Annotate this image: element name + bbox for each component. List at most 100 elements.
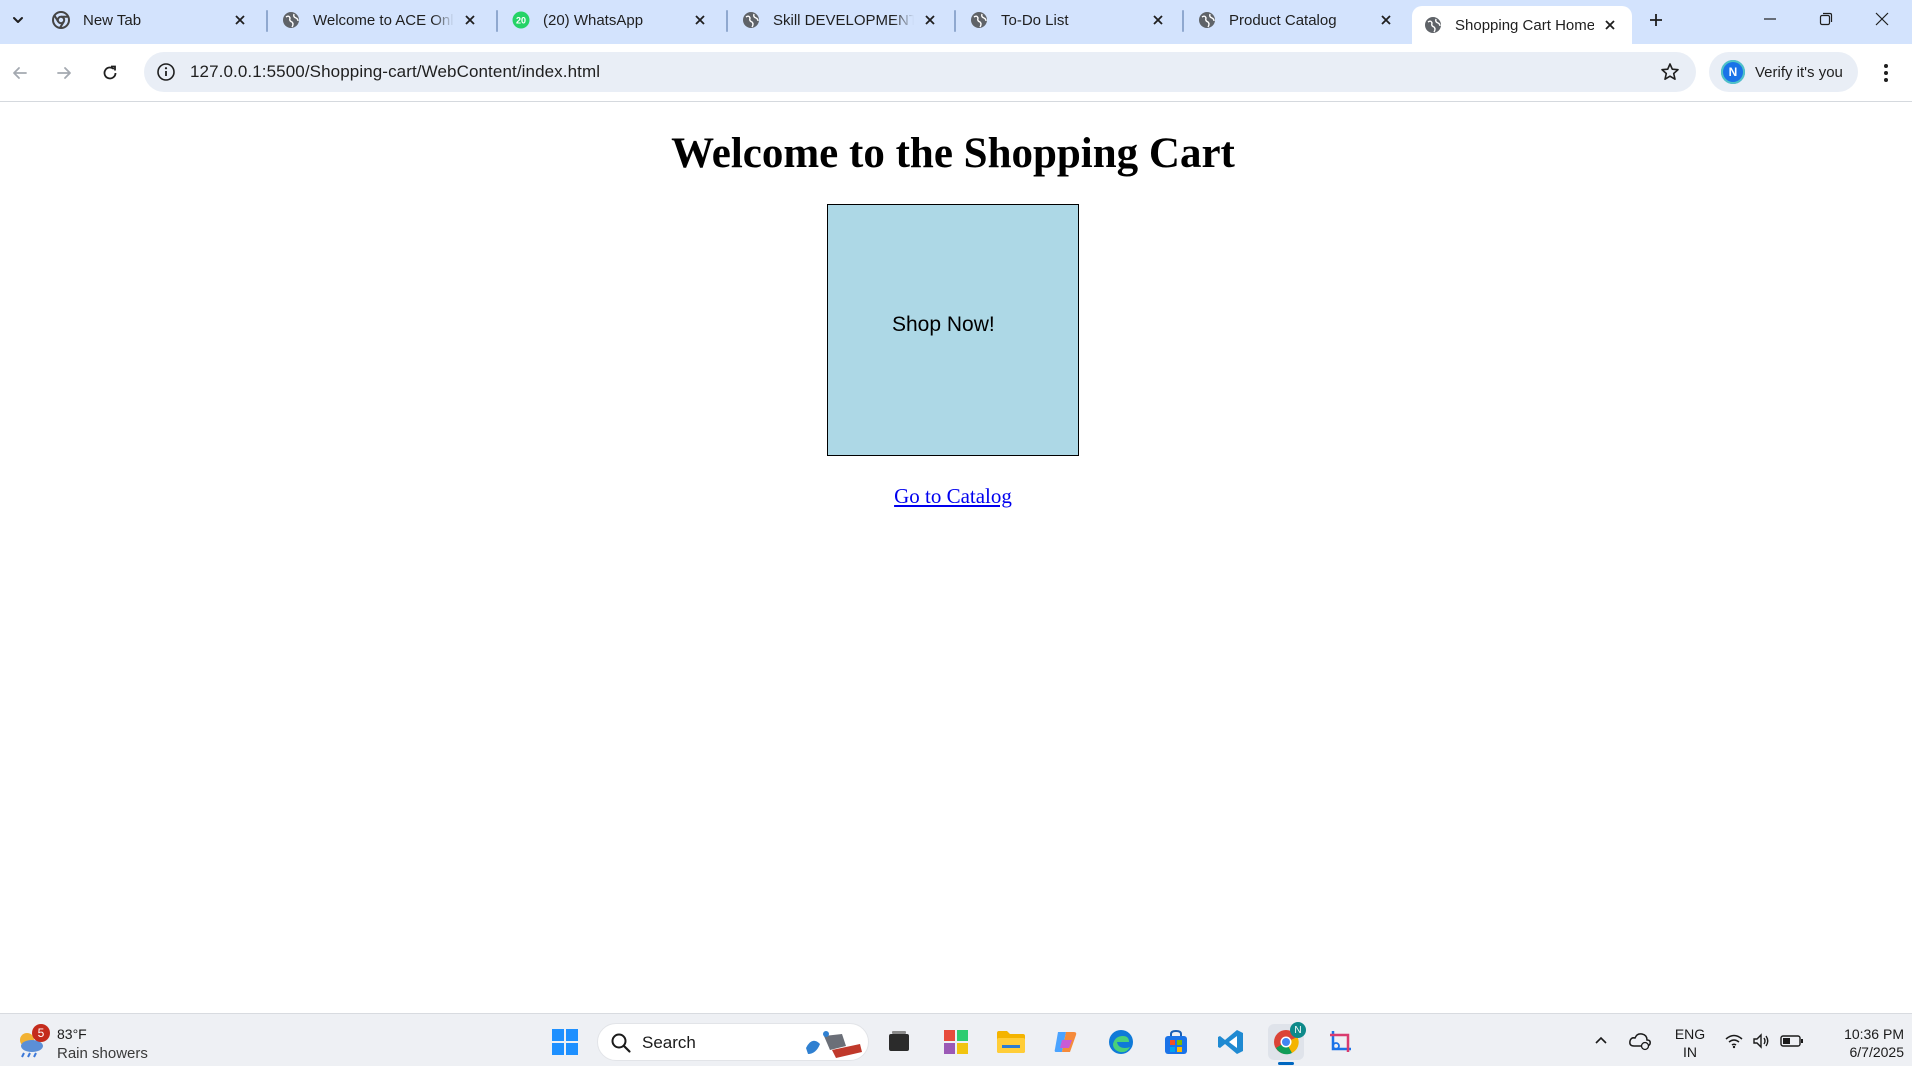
- onedrive-tray-button[interactable]: [1626, 1024, 1654, 1058]
- arrow-right-icon: [57, 67, 71, 79]
- snipping-tool-icon: [1330, 1031, 1351, 1052]
- chrome-active-indicator: [1278, 1062, 1294, 1065]
- restore-button[interactable]: [1798, 0, 1854, 38]
- close-icon[interactable]: [1148, 10, 1168, 30]
- microsoft-store-widget-button[interactable]: [938, 1024, 974, 1060]
- weather-widget[interactable]: 5 83°F Rain showers: [14, 1024, 154, 1062]
- close-icon[interactable]: [230, 10, 250, 30]
- plus-icon: [1650, 14, 1662, 26]
- weather-alert-badge: 5: [32, 1024, 50, 1042]
- shop-now-label: Shop Now!: [892, 313, 995, 336]
- minimize-button[interactable]: [1742, 0, 1798, 38]
- search-highlight-illustration: [806, 1031, 862, 1058]
- region-code: IN: [1683, 1044, 1697, 1060]
- whatsapp-icon: 20: [512, 11, 530, 29]
- tab-separator: [954, 10, 956, 32]
- battery-icon: [1780, 1035, 1803, 1047]
- chevron-up-icon: [1595, 1036, 1607, 1044]
- catalog-link-row: Go to Catalog: [0, 484, 1906, 509]
- vscode-button[interactable]: [1213, 1024, 1249, 1060]
- restore-icon: [1819, 12, 1833, 26]
- windows-taskbar: 5 83°F Rain showers Search N ENG IN 10:3…: [0, 1013, 1912, 1066]
- chrome-icon: [52, 11, 70, 29]
- close-icon[interactable]: [1376, 10, 1396, 30]
- close-icon: [1875, 12, 1889, 26]
- page-content: Welcome to the Shopping Cart Shop Now! G…: [0, 103, 1912, 1013]
- tab-title: New Tab: [83, 11, 142, 29]
- tab-title: To-Do List: [1001, 11, 1069, 29]
- system-clock[interactable]: 10:36 PM 6/7/2025: [1818, 1025, 1904, 1061]
- profile-verify-button[interactable]: N Verify it's you: [1709, 52, 1858, 92]
- language-code: ENG: [1674, 1026, 1706, 1042]
- tab-skill-development[interactable]: Skill DEVELOPMENT: [730, 0, 952, 40]
- input-language-indicator[interactable]: ENG IN: [1672, 1025, 1708, 1061]
- cloud-sync-icon: [1629, 1033, 1651, 1051]
- file-explorer-button[interactable]: [993, 1024, 1029, 1060]
- tab-todo-list[interactable]: To-Do List: [958, 0, 1180, 40]
- bookmark-star-icon[interactable]: [1658, 60, 1682, 84]
- new-tab-button[interactable]: [1640, 6, 1672, 34]
- tab-separator: [726, 10, 728, 32]
- shop-now-button[interactable]: Shop Now!: [827, 204, 1079, 456]
- folder-icon: [997, 1031, 1025, 1053]
- show-hidden-icons-button[interactable]: [1590, 1024, 1612, 1058]
- tab-separator: [1182, 10, 1184, 32]
- browser-menu-button[interactable]: [1872, 55, 1900, 91]
- microsoft-store-button[interactable]: [1158, 1024, 1194, 1060]
- tab-title: Welcome to ACE Online: [313, 11, 454, 29]
- tab-product-catalog[interactable]: Product Catalog: [1186, 0, 1408, 40]
- kebab-menu-icon: [1884, 64, 1888, 82]
- tab-title: Product Catalog: [1229, 11, 1337, 29]
- weather-condition: Rain showers: [57, 1045, 148, 1062]
- tab-search-button[interactable]: [4, 6, 32, 34]
- start-button[interactable]: [547, 1024, 583, 1060]
- chrome-button[interactable]: N: [1268, 1022, 1306, 1060]
- close-icon[interactable]: [460, 10, 480, 30]
- tab-title: (20) WhatsApp: [543, 11, 644, 29]
- tab-separator: [266, 10, 268, 32]
- store-bag-icon: [1165, 1029, 1187, 1054]
- windows-logo-icon: [552, 1029, 578, 1055]
- close-window-button[interactable]: [1854, 0, 1910, 38]
- close-icon[interactable]: [690, 10, 710, 30]
- minimize-icon: [1764, 18, 1776, 20]
- browser-toolbar: 127.0.0.1:5500/Shopping-cart/WebContent/…: [0, 44, 1912, 102]
- snipping-tool-button[interactable]: [1323, 1024, 1359, 1060]
- task-view-button[interactable]: [881, 1024, 917, 1060]
- clock-date: 6/7/2025: [1849, 1044, 1905, 1060]
- profile-avatar: N: [1721, 60, 1745, 84]
- chrome-profile-badge: N: [1290, 1022, 1306, 1038]
- copilot-icon: [1054, 1032, 1077, 1052]
- info-icon[interactable]: [154, 60, 178, 84]
- tab-whatsapp[interactable]: 20 (20) WhatsApp: [500, 0, 722, 40]
- go-to-catalog-link[interactable]: Go to Catalog: [894, 484, 1012, 508]
- wifi-tray-button[interactable]: [1722, 1024, 1746, 1058]
- back-button[interactable]: [2, 55, 38, 91]
- vscode-icon: [1218, 1030, 1243, 1054]
- tab-strip: New Tab Welcome to ACE Online 20 (20) Wh…: [0, 0, 1912, 44]
- clock-time: 10:36 PM: [1844, 1026, 1904, 1042]
- tab-title: Skill DEVELOPMENT: [773, 11, 914, 29]
- battery-tray-button[interactable]: [1778, 1024, 1806, 1058]
- globe-icon: [742, 11, 760, 29]
- close-icon[interactable]: [920, 10, 940, 30]
- copilot-button[interactable]: [1048, 1024, 1084, 1060]
- reload-icon: [103, 65, 117, 80]
- wifi-icon: [1725, 1034, 1743, 1049]
- task-view-icon: [889, 1031, 909, 1051]
- tab-title: Shopping Cart Home: [1455, 16, 1594, 34]
- edge-icon: [1109, 1030, 1133, 1054]
- tab-new-tab[interactable]: New Tab: [40, 0, 262, 40]
- tab-shopping-cart-home[interactable]: Shopping Cart Home: [1412, 6, 1632, 44]
- taskbar-search[interactable]: Search: [597, 1023, 869, 1061]
- volume-tray-button[interactable]: [1750, 1024, 1774, 1058]
- reload-button[interactable]: [92, 55, 128, 91]
- tab-welcome-ace[interactable]: Welcome to ACE Online: [270, 0, 492, 40]
- url-text[interactable]: 127.0.0.1:5500/Shopping-cart/WebContent/…: [190, 62, 600, 82]
- edge-browser-button[interactable]: [1103, 1024, 1139, 1060]
- close-icon[interactable]: [1600, 15, 1620, 35]
- svg-text:20: 20: [516, 16, 526, 26]
- forward-button[interactable]: [46, 55, 82, 91]
- verify-label: Verify it's you: [1755, 63, 1843, 81]
- address-bar[interactable]: 127.0.0.1:5500/Shopping-cart/WebContent/…: [144, 52, 1696, 92]
